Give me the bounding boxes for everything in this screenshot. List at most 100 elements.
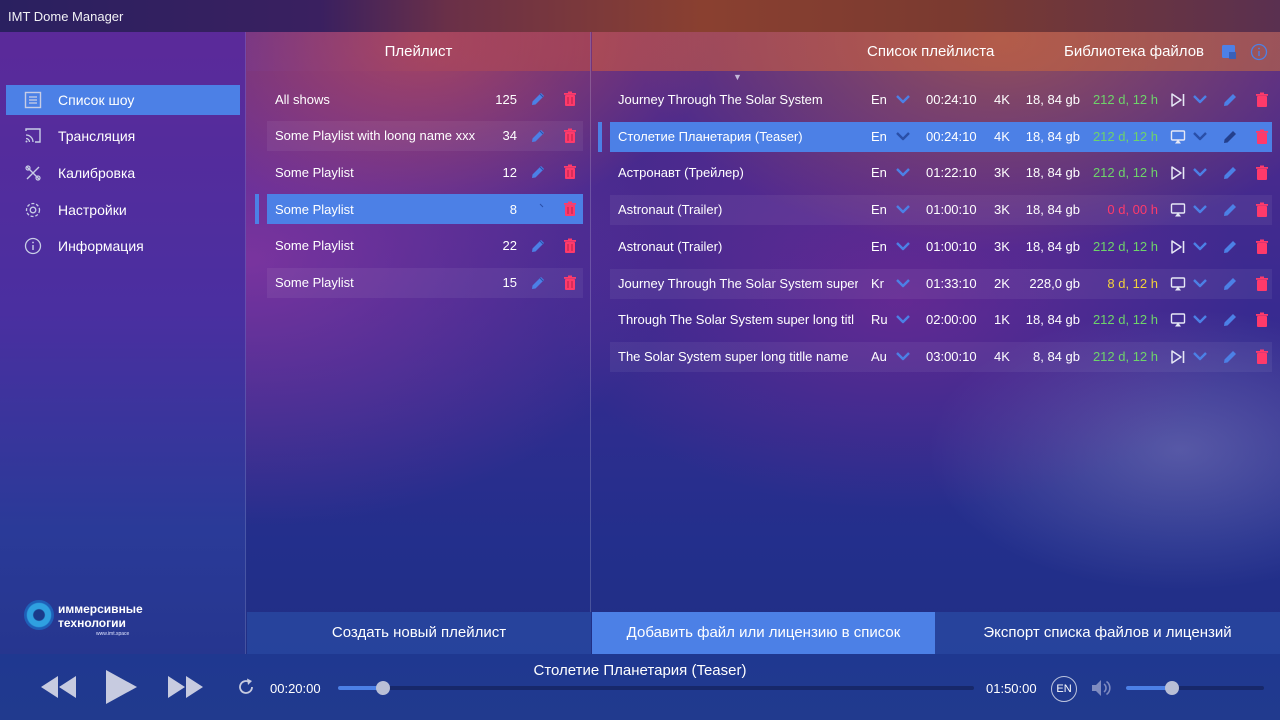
skip-next-icon[interactable] <box>1170 239 1186 255</box>
show-row[interactable]: Астронавт (Трейлер) En 01:22:10 3K 18, 84 gb… <box>610 158 1272 188</box>
mode-chevron-down-icon[interactable] <box>1192 311 1208 327</box>
sort-caret-icon[interactable]: ▼ <box>733 72 742 82</box>
loop-screen-icon[interactable] <box>1170 312 1186 328</box>
edit-icon[interactable] <box>1221 238 1239 256</box>
playlist-row[interactable]: Some Playlist 15 <box>267 267 583 298</box>
sidebar-item-settings[interactable]: Настройки <box>6 195 240 225</box>
show-file-size: 18, 84 gb <box>1025 238 1080 254</box>
show-row[interactable]: Astronaut (Trailer) En 01:00:10 3K 18, 84 gb… <box>610 195 1272 226</box>
trash-icon[interactable] <box>1253 311 1271 329</box>
trash-icon[interactable] <box>1253 275 1271 293</box>
trash-icon[interactable] <box>1253 128 1271 146</box>
add-file-license-button[interactable]: Добавить файл или лицензию в список <box>592 612 935 654</box>
trash-icon[interactable] <box>1253 238 1271 256</box>
show-language: En <box>871 202 887 218</box>
edit-icon[interactable] <box>1221 311 1239 329</box>
loop-screen-icon[interactable] <box>1170 202 1186 218</box>
loop-screen-icon[interactable] <box>1170 129 1186 145</box>
show-row[interactable]: Through The Solar System super long titl… <box>610 305 1272 335</box>
language-chevron-down-icon[interactable] <box>895 128 911 144</box>
edit-icon[interactable] <box>1221 348 1239 366</box>
playlist-row[interactable]: Some Playlist 22 <box>267 231 583 261</box>
mode-chevron-down-icon[interactable] <box>1192 348 1208 364</box>
audio-language-button[interactable]: EN <box>1051 676 1077 702</box>
playlist-row[interactable]: Some Playlist 12 <box>267 157 583 187</box>
edit-icon[interactable] <box>529 274 547 292</box>
skip-next-icon[interactable] <box>1170 165 1186 181</box>
fast-forward-icon[interactable] <box>166 674 204 705</box>
sidebar-item-show-list[interactable]: Список шоу <box>6 85 240 115</box>
edit-icon[interactable] <box>1221 164 1239 182</box>
trash-icon[interactable] <box>561 237 579 255</box>
trash-icon[interactable] <box>1253 201 1271 219</box>
selected-show-marker <box>598 121 602 152</box>
play-icon[interactable] <box>104 668 138 711</box>
language-chevron-down-icon[interactable] <box>895 348 911 364</box>
export-list-button[interactable]: Экспорт списка файлов и лицензий <box>935 612 1280 654</box>
sidebar-item-broadcast[interactable]: Трансляция <box>6 121 240 151</box>
edit-icon[interactable] <box>1221 201 1239 219</box>
playlist-row[interactable]: All shows 125 <box>267 84 583 114</box>
sidebar-item-calibration[interactable]: Калибровка <box>6 158 240 188</box>
selected-playlist-marker <box>255 194 259 225</box>
info-icon[interactable] <box>1250 43 1268 61</box>
playlist-row[interactable]: Some Playlist 8 <box>267 194 583 225</box>
tab-playlist-contents[interactable]: Список плейлиста <box>867 43 994 60</box>
mode-chevron-down-icon[interactable] <box>1192 201 1208 217</box>
tab-file-library[interactable]: Библиотека файлов <box>1064 43 1204 60</box>
volume-knob[interactable] <box>1164 681 1179 695</box>
trash-icon[interactable] <box>1253 164 1271 182</box>
playlist-name: Some Playlist with loong name xxx <box>275 128 475 144</box>
language-chevron-down-icon[interactable] <box>895 275 911 291</box>
show-file-size: 18, 84 gb <box>1025 312 1080 328</box>
edit-icon[interactable] <box>1221 275 1239 293</box>
mode-chevron-down-icon[interactable] <box>1192 238 1208 254</box>
library-icon[interactable] <box>1220 43 1238 61</box>
language-chevron-down-icon[interactable] <box>895 91 911 107</box>
mode-chevron-down-icon[interactable] <box>1192 164 1208 180</box>
show-row[interactable]: Journey Through The Solar System super Kr… <box>610 268 1272 299</box>
playlist-row[interactable]: Some Playlist with loong name xxx 34 <box>267 120 583 151</box>
rewind-icon[interactable] <box>40 674 78 705</box>
volume-slider[interactable] <box>1126 681 1264 695</box>
mode-chevron-down-icon[interactable] <box>1192 91 1208 107</box>
edit-icon[interactable] <box>529 200 547 218</box>
trash-icon[interactable] <box>1253 348 1271 366</box>
show-row[interactable]: The Solar System super long titlle name A… <box>610 341 1272 372</box>
showlist-panel: Список плейлиста Библиотека файлов ▼ Jou… <box>592 32 1280 612</box>
edit-icon[interactable] <box>529 127 547 145</box>
show-row[interactable]: Journey Through The Solar System En 00:24:… <box>610 85 1272 115</box>
edit-icon[interactable] <box>529 237 547 255</box>
loop-screen-icon[interactable] <box>1170 276 1186 292</box>
edit-icon[interactable] <box>529 163 547 181</box>
mode-chevron-down-icon[interactable] <box>1192 128 1208 144</box>
language-chevron-down-icon[interactable] <box>895 164 911 180</box>
show-license-remaining: 212 d, 12 h <box>1092 348 1158 364</box>
trash-icon[interactable] <box>561 127 579 145</box>
edit-icon[interactable] <box>529 90 547 108</box>
seek-slider[interactable] <box>338 681 974 695</box>
skip-next-icon[interactable] <box>1170 349 1186 365</box>
show-file-size: 18, 84 gb <box>1025 128 1080 144</box>
seek-knob[interactable] <box>375 681 390 695</box>
sidebar-item-info[interactable]: Информация <box>6 231 240 261</box>
volume-icon[interactable] <box>1090 678 1112 703</box>
mode-chevron-down-icon[interactable] <box>1192 275 1208 291</box>
show-row[interactable]: Столетие Планетария (Teaser) En 00:24:10 4K… <box>610 121 1272 152</box>
trash-icon[interactable] <box>561 90 579 108</box>
trash-icon[interactable] <box>561 163 579 181</box>
language-chevron-down-icon[interactable] <box>895 311 911 327</box>
show-duration: 01:33:10 <box>926 275 977 291</box>
show-row[interactable]: Astronaut (Trailer) En 01:00:10 3K 18, 84 gb… <box>610 232 1272 262</box>
trash-icon[interactable] <box>561 274 579 292</box>
replay-icon[interactable] <box>236 677 256 702</box>
edit-icon[interactable] <box>1221 91 1239 109</box>
language-chevron-down-icon[interactable] <box>895 238 911 254</box>
create-playlist-button[interactable]: Создать новый плейлист <box>247 612 591 654</box>
edit-icon[interactable] <box>1221 128 1239 146</box>
trash-icon[interactable] <box>1253 91 1271 109</box>
skip-next-icon[interactable] <box>1170 92 1186 108</box>
playlist-count: 8 <box>509 201 517 217</box>
trash-icon[interactable] <box>561 200 579 218</box>
language-chevron-down-icon[interactable] <box>895 201 911 217</box>
